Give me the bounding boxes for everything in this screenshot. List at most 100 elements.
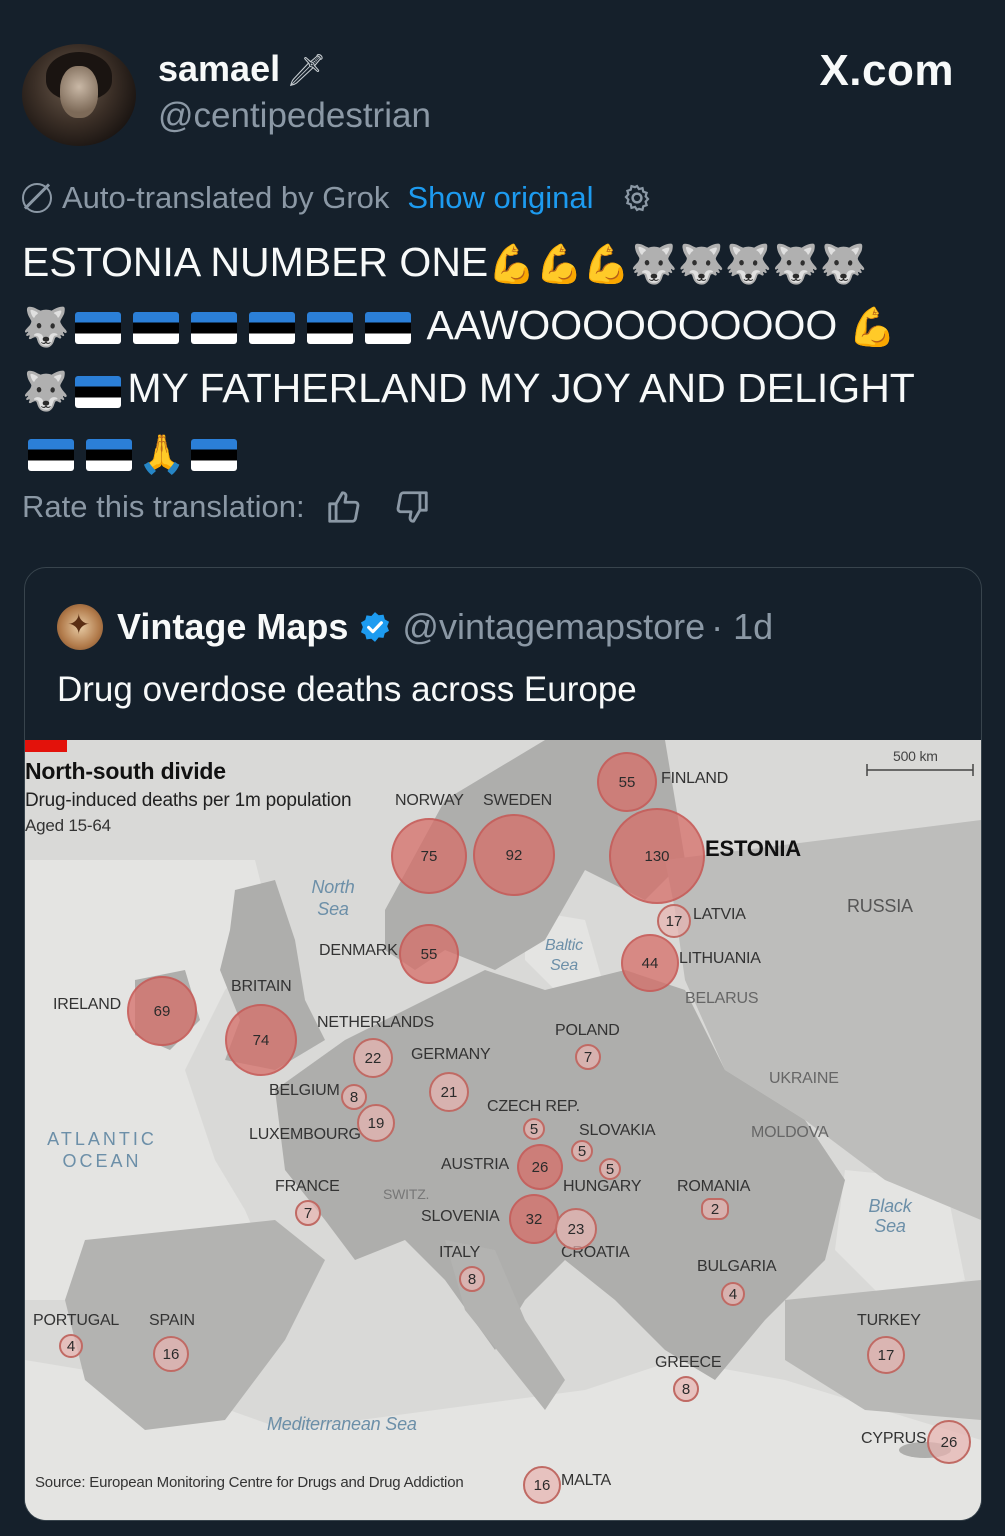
- bubble-greece: 8: [673, 1376, 699, 1402]
- map-title: North-south divide: [25, 758, 226, 784]
- translation-notice-text: Auto-translated by Grok: [62, 180, 390, 215]
- bubble-latvia: 17: [657, 904, 691, 938]
- label-bulgaria: BULGARIA: [697, 1258, 777, 1275]
- estonia-flag-icon: [249, 312, 296, 345]
- verified-badge-icon: [361, 612, 390, 642]
- bubble-denmark: 55: [399, 924, 459, 984]
- label-russia: RUSSIA: [847, 896, 913, 916]
- estonia-flag-icon: [133, 312, 180, 345]
- label-lithuania: LITHUANIA: [679, 950, 761, 967]
- label-switz: SWITZ.: [383, 1186, 430, 1202]
- compass-avatar-icon[interactable]: [57, 604, 103, 650]
- quoted-handle[interactable]: @vintagemapstore: [402, 606, 705, 648]
- bubble-lithuania: 44: [621, 934, 679, 992]
- map-subtitle-age: Aged 15-64: [25, 816, 111, 835]
- gear-icon[interactable]: [622, 183, 652, 213]
- black-sea-label: Black Sea: [868, 1196, 912, 1236]
- bubble-luxembourg: 19: [357, 1104, 395, 1142]
- label-hungary: HUNGARY: [563, 1178, 642, 1195]
- label-turkey: TURKEY: [857, 1312, 921, 1329]
- estonia-flag-icon: [365, 312, 412, 345]
- atlantic-ocean-label: ATLANTIC OCEAN: [47, 1129, 157, 1171]
- folded-hands-icon: 🙏: [138, 433, 186, 476]
- label-sweden: SWEDEN: [483, 792, 553, 809]
- estonia-flag-icon: [75, 312, 122, 345]
- bubble-britain: 74: [225, 1004, 297, 1076]
- display-name-text[interactable]: samael: [158, 48, 280, 89]
- label-malta: MALTA: [561, 1472, 611, 1489]
- wolf-icon: 🐺: [22, 370, 70, 413]
- label-greece: GREECE: [655, 1354, 722, 1371]
- thumbs-up-icon[interactable]: [325, 488, 363, 526]
- label-denmark: DENMARK: [319, 942, 398, 959]
- label-estonia: ESTONIA: [705, 836, 801, 861]
- tweet-line-3: MY FATHERLAND MY JOY AND DELIGHT: [127, 365, 915, 412]
- bubble-croatia: 23: [555, 1208, 597, 1250]
- bubble-austria: 26: [517, 1144, 563, 1190]
- label-romania: ROMANIA: [677, 1178, 751, 1195]
- bubble-romania: 2: [701, 1198, 729, 1220]
- bubble-italy: 8: [459, 1266, 485, 1292]
- label-ireland: IRELAND: [53, 996, 121, 1013]
- quoted-tweet-header: Vintage Maps @vintagemapstore · 1d: [57, 604, 773, 650]
- bubble-france: 7: [295, 1200, 321, 1226]
- label-britain: BRITAIN: [231, 978, 292, 995]
- avatar[interactable]: [22, 44, 136, 146]
- bubble-estonia: 130: [609, 808, 705, 904]
- scale-label: 500 km: [893, 748, 938, 764]
- label-norway: NORWAY: [395, 792, 464, 809]
- baltic-sea-label: Baltic Sea: [545, 937, 583, 974]
- bubble-slovakia: 5: [571, 1140, 593, 1162]
- label-netherlands: NETHERLANDS: [317, 1014, 434, 1031]
- north-sea-label: North Sea: [311, 877, 355, 919]
- bubble-norway: 75: [391, 818, 467, 894]
- mediterranean-sea-label: Mediterranean Sea: [267, 1414, 417, 1434]
- bubble-turkey: 17: [867, 1336, 905, 1374]
- translation-notice: Auto-translated by Grok Show original: [22, 180, 652, 216]
- label-poland: POLAND: [555, 1022, 620, 1039]
- show-original-link[interactable]: Show original: [407, 180, 593, 216]
- display-name[interactable]: samael 🗡: [158, 48, 327, 90]
- label-moldova: MOLDOVA: [751, 1124, 829, 1141]
- tweet-line-1: ESTONIA NUMBER ONE: [22, 239, 489, 285]
- bubble-netherlands: 22: [353, 1038, 393, 1078]
- quoted-display-name[interactable]: Vintage Maps: [117, 606, 348, 648]
- flexed-biceps-icon: 💪💪💪: [488, 244, 631, 287]
- estonia-flag-icon: [28, 438, 74, 471]
- dagger-icon: 🗡: [286, 52, 327, 88]
- label-spain: SPAIN: [149, 1312, 195, 1329]
- rate-translation-label: Rate this translation:: [22, 489, 305, 524]
- tweet-line-2: AAWOOOOOOOOOO: [426, 302, 838, 349]
- wolf-icon: 🐺: [22, 307, 70, 350]
- bubble-cyprus: 26: [927, 1420, 971, 1464]
- bubble-belgium: 8: [341, 1084, 367, 1110]
- label-germany: GERMANY: [411, 1046, 491, 1063]
- label-latvia: LATVIA: [693, 906, 746, 923]
- x-logo: X.com: [819, 46, 954, 95]
- user-handle[interactable]: @centipedestrian: [158, 96, 431, 136]
- bubble-poland: 7: [575, 1044, 601, 1070]
- estonia-flag-icon: [75, 375, 122, 408]
- label-italy: ITALY: [439, 1244, 481, 1261]
- thumbs-down-icon[interactable]: [393, 488, 431, 526]
- bubble-spain: 16: [153, 1336, 189, 1372]
- tweet-text: ESTONIA NUMBER ONE💪💪💪🐺🐺🐺🐺🐺 🐺 AAWOOOOOOOO…: [22, 232, 982, 485]
- bubble-slovenia: 32: [509, 1194, 559, 1244]
- bubble-czech: 5: [523, 1118, 545, 1140]
- estonia-flag-icon: [191, 438, 238, 471]
- quoted-timestamp[interactable]: · 1d: [711, 606, 773, 648]
- bubble-sweden: 92: [473, 814, 555, 896]
- quoted-tweet-text: Drug overdose deaths across Europe: [57, 670, 637, 709]
- bubble-ireland: 69: [127, 976, 197, 1046]
- map-subtitle: Drug-induced deaths per 1m population: [25, 790, 352, 811]
- europe-map-image[interactable]: North-south divide Drug-induced deaths p…: [25, 740, 981, 1520]
- estonia-flag-icon: [86, 438, 132, 471]
- bubble-hungary: 5: [599, 1158, 621, 1180]
- label-belarus: BELARUS: [685, 990, 759, 1007]
- label-portugal: PORTUGAL: [33, 1312, 120, 1329]
- quoted-tweet[interactable]: Vintage Maps @vintagemapstore · 1d Drug …: [24, 567, 982, 1521]
- wolf-icon: 🐺🐺🐺🐺🐺: [630, 244, 867, 287]
- bubble-malta: 16: [523, 1466, 561, 1504]
- label-belgium: BELGIUM: [269, 1082, 340, 1099]
- avatar-face: [60, 66, 98, 118]
